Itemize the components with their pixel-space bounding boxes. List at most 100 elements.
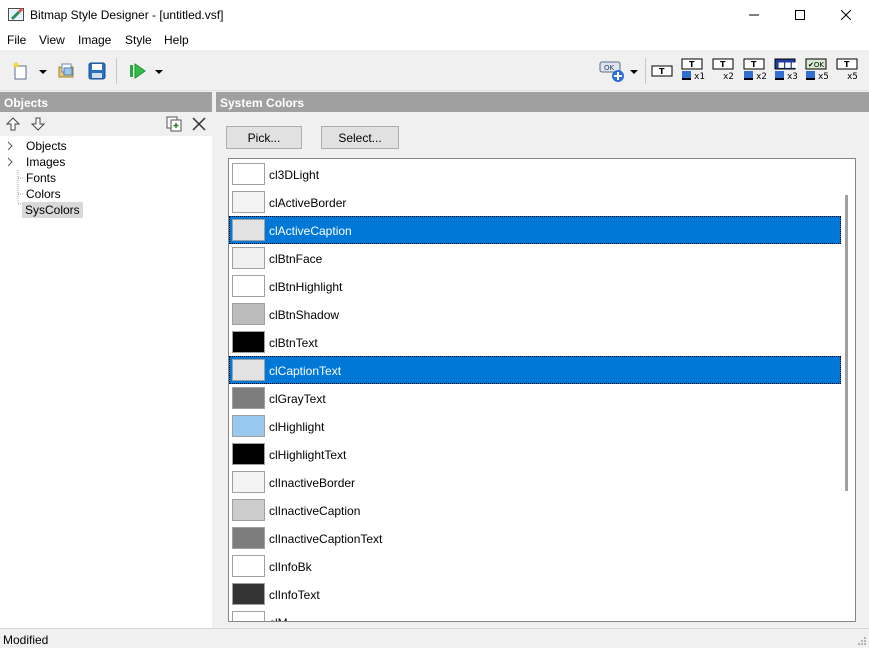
menu-file[interactable]: File bbox=[7, 33, 26, 47]
menu-image[interactable]: Image bbox=[78, 33, 111, 47]
scale-x2-button[interactable]: T x2 bbox=[711, 57, 737, 85]
arrow-up-icon bbox=[6, 117, 20, 131]
color-list-item[interactable]: clBtnFace bbox=[229, 244, 841, 272]
color-name: clInactiveBorder bbox=[269, 476, 356, 490]
color-name: clInactiveCaptionText bbox=[269, 532, 383, 546]
move-up-button[interactable] bbox=[4, 115, 22, 133]
color-list-item[interactable]: clInactiveCaption bbox=[229, 496, 841, 524]
save-button[interactable] bbox=[86, 60, 108, 82]
color-list-item[interactable]: clBtnHighlight bbox=[229, 272, 841, 300]
color-swatch bbox=[232, 275, 265, 297]
color-swatch bbox=[232, 303, 265, 325]
menu-view[interactable]: View bbox=[39, 33, 65, 47]
color-name: clM bbox=[269, 616, 288, 621]
scale-x3-button[interactable]: ■■■ x3 bbox=[773, 57, 799, 85]
vertical-scrollbar[interactable] bbox=[841, 159, 855, 621]
new-button[interactable] bbox=[10, 60, 32, 82]
color-list-item[interactable]: cl3DLight bbox=[229, 160, 841, 188]
app-icon bbox=[8, 8, 24, 21]
color-name: clInactiveCaption bbox=[269, 504, 361, 518]
color-list-item[interactable]: clInactiveBorder bbox=[229, 468, 841, 496]
expand-chevron-icon[interactable] bbox=[6, 141, 14, 151]
color-list-item[interactable]: clActiveCaption bbox=[229, 216, 841, 244]
color-name: clHighlight bbox=[269, 420, 325, 434]
minimize-button[interactable] bbox=[731, 0, 777, 30]
run-icon bbox=[130, 63, 146, 79]
scale-x5-button[interactable]: ✔OK x5 bbox=[804, 57, 830, 85]
scale-x5-alt-button[interactable]: T x5 bbox=[835, 57, 861, 85]
color-list-item[interactable]: clCaptionText bbox=[229, 356, 841, 384]
button-preview-button[interactable]: OK bbox=[598, 58, 626, 84]
color-swatch bbox=[232, 331, 265, 353]
color-name: clBtnShadow bbox=[269, 308, 340, 322]
color-list-item[interactable]: clInfoText bbox=[229, 580, 841, 608]
color-list-item[interactable]: clInactiveCaptionText bbox=[229, 524, 841, 552]
arrow-down-icon bbox=[31, 117, 45, 131]
svg-text:✔OK: ✔OK bbox=[808, 61, 824, 69]
button-preview-dropdown-arrow[interactable] bbox=[630, 70, 638, 74]
system-colors-list[interactable]: clM clInfoText clInfoBk clInactiveCaptionTe… bbox=[228, 158, 856, 622]
open-icon bbox=[58, 63, 74, 78]
scale-x1-label: x1 bbox=[694, 72, 705, 82]
maximize-icon bbox=[795, 10, 805, 20]
color-list-item[interactable]: clActiveBorder bbox=[229, 188, 841, 216]
system-colors-header: System Colors bbox=[216, 92, 869, 112]
color-swatch bbox=[232, 611, 265, 621]
window-title: Bitmap Style Designer - [untitled.vsf] bbox=[30, 8, 224, 22]
color-swatch bbox=[232, 555, 265, 577]
color-list-item[interactable]: clHighlightText bbox=[229, 440, 841, 468]
color-list-item[interactable]: clGrayText bbox=[229, 384, 841, 412]
new-dropdown-arrow[interactable] bbox=[39, 70, 47, 74]
toolbar-separator bbox=[116, 58, 117, 84]
open-button[interactable] bbox=[55, 60, 77, 82]
close-button[interactable] bbox=[823, 0, 869, 30]
scale-x1-button[interactable]: T x1 bbox=[680, 57, 706, 85]
toolbar: OK T T x1 T x2 T x2 ■■■ x3 ✔OK x5 T x5 bbox=[0, 50, 869, 91]
color-list-item[interactable]: clInfoBk bbox=[229, 552, 841, 580]
pick-button[interactable]: Pick... bbox=[226, 126, 302, 149]
color-name: clInfoText bbox=[269, 588, 320, 602]
tree-item-syscolors[interactable]: SysColors bbox=[22, 202, 83, 218]
resize-grip-icon[interactable] bbox=[857, 636, 867, 646]
maximize-button[interactable] bbox=[777, 0, 823, 30]
color-swatch bbox=[232, 219, 265, 241]
copy-icon bbox=[166, 116, 182, 132]
color-list-item[interactable]: clBtnText bbox=[229, 328, 841, 356]
svg-text:■■■: ■■■ bbox=[778, 61, 798, 69]
tree-item-objects[interactable]: Objects bbox=[6, 138, 67, 154]
tree-item-colors[interactable]: Colors bbox=[26, 186, 61, 202]
scale-x5-alt-label: x5 bbox=[847, 72, 858, 82]
scrollbar-thumb[interactable] bbox=[845, 195, 848, 491]
duplicate-button[interactable] bbox=[165, 115, 183, 133]
color-name: clGrayText bbox=[269, 392, 326, 406]
menu-style[interactable]: Style bbox=[125, 33, 152, 47]
toolbar-separator bbox=[645, 58, 646, 84]
scale-x2-alt-button[interactable]: T x2 bbox=[742, 57, 768, 85]
color-swatch bbox=[232, 415, 265, 437]
svg-text:T: T bbox=[689, 60, 695, 69]
expand-chevron-icon[interactable] bbox=[6, 157, 14, 167]
new-icon bbox=[13, 62, 27, 80]
color-list-item[interactable]: clM bbox=[229, 608, 841, 621]
move-down-button[interactable] bbox=[29, 115, 47, 133]
tree-item-images[interactable]: Images bbox=[6, 154, 65, 170]
system-colors-panel: System Colors Pick... Select... clM clInf… bbox=[216, 92, 869, 628]
color-list-item[interactable]: clBtnShadow bbox=[229, 300, 841, 328]
svg-text:T: T bbox=[844, 60, 850, 69]
close-icon bbox=[841, 10, 851, 20]
menu-help[interactable]: Help bbox=[164, 33, 189, 47]
run-button[interactable] bbox=[125, 60, 149, 82]
menu-bar: File View Image Style Help bbox=[0, 30, 869, 50]
run-dropdown-arrow[interactable] bbox=[155, 70, 163, 74]
text-frame-icon: T bbox=[651, 65, 673, 77]
color-swatch bbox=[232, 443, 265, 465]
tree-item-fonts[interactable]: Fonts bbox=[26, 170, 56, 186]
delete-button[interactable] bbox=[190, 115, 208, 133]
select-button[interactable]: Select... bbox=[321, 126, 399, 149]
color-swatch bbox=[232, 163, 265, 185]
color-name: clBtnHighlight bbox=[269, 280, 343, 294]
color-swatch bbox=[232, 471, 265, 493]
objects-panel-tools bbox=[0, 112, 212, 136]
color-list-item[interactable]: clHighlight bbox=[229, 412, 841, 440]
scale-x0-button[interactable]: T bbox=[650, 60, 674, 82]
